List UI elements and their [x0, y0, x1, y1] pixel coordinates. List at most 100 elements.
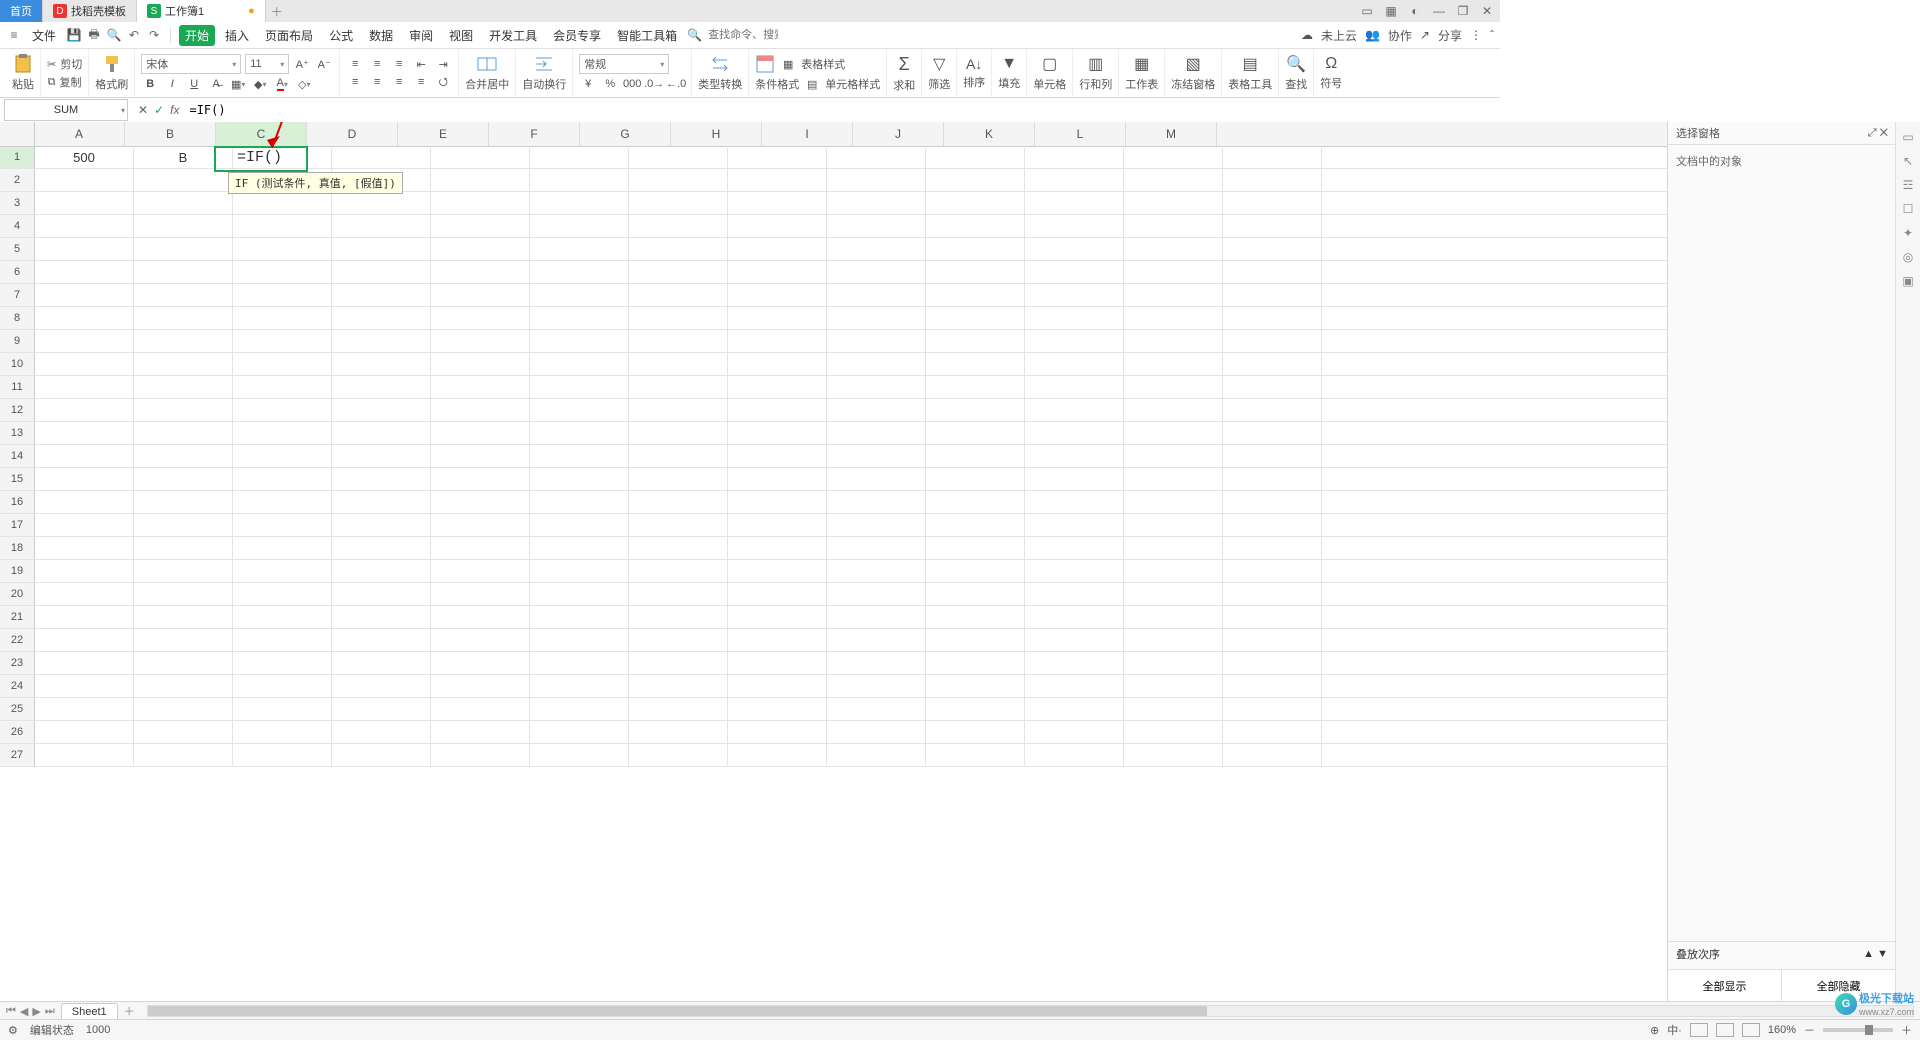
cell[interactable]	[728, 514, 827, 536]
cell[interactable]	[530, 468, 629, 490]
cell[interactable]	[35, 238, 134, 260]
align-right-icon[interactable]: ≡	[390, 74, 408, 90]
cell[interactable]	[1124, 629, 1223, 651]
sort-label[interactable]: 排序	[963, 74, 985, 90]
cell[interactable]	[431, 537, 530, 559]
cell[interactable]	[431, 468, 530, 490]
cell[interactable]	[332, 468, 431, 490]
cell[interactable]	[629, 169, 728, 191]
cell[interactable]	[1025, 652, 1124, 674]
cell[interactable]	[431, 675, 530, 697]
cell[interactable]	[629, 330, 728, 352]
cell[interactable]	[233, 744, 332, 766]
cstyle-label[interactable]: 单元格样式	[825, 76, 880, 92]
cell[interactable]	[827, 284, 926, 306]
cell[interactable]	[233, 491, 332, 513]
side-style-icon[interactable]: ☲	[1903, 178, 1914, 192]
align-center-icon[interactable]: ≡	[368, 74, 386, 90]
bring-forward-icon[interactable]: ▲	[1863, 948, 1874, 960]
cell[interactable]	[332, 675, 431, 697]
cell[interactable]	[530, 422, 629, 444]
cell[interactable]	[827, 261, 926, 283]
cell[interactable]	[1025, 744, 1124, 766]
cell[interactable]: 500	[35, 146, 134, 168]
view-break-icon[interactable]	[1742, 1023, 1760, 1037]
cell[interactable]	[926, 721, 1025, 743]
cell[interactable]	[1223, 353, 1322, 375]
cell[interactable]	[233, 606, 332, 628]
cell[interactable]	[1025, 606, 1124, 628]
cell[interactable]	[926, 468, 1025, 490]
cell[interactable]	[1223, 744, 1322, 766]
cell[interactable]	[431, 284, 530, 306]
cell[interactable]	[728, 330, 827, 352]
cell[interactable]	[35, 675, 134, 697]
accept-formula-icon[interactable]: ✓	[154, 103, 164, 117]
cell[interactable]	[134, 169, 233, 191]
cell[interactable]	[1124, 192, 1223, 214]
print-icon[interactable]: 🖶	[86, 27, 102, 43]
cell[interactable]	[827, 744, 926, 766]
cell[interactable]	[629, 307, 728, 329]
row-header[interactable]: 23	[0, 652, 35, 674]
cell[interactable]	[728, 606, 827, 628]
cell[interactable]	[1124, 445, 1223, 467]
cell[interactable]	[926, 583, 1025, 605]
cell[interactable]	[134, 744, 233, 766]
cell[interactable]	[35, 422, 134, 444]
cell[interactable]	[629, 514, 728, 536]
cell[interactable]	[332, 192, 431, 214]
cell[interactable]	[233, 468, 332, 490]
cell[interactable]	[431, 238, 530, 260]
cell[interactable]	[827, 537, 926, 559]
close-button[interactable]: ✕	[1478, 4, 1496, 18]
more-icon[interactable]: ⋮	[1470, 28, 1482, 42]
format-brush-icon[interactable]	[102, 54, 122, 74]
zoom-out-icon[interactable]: －	[1804, 1022, 1815, 1038]
cell[interactable]	[431, 353, 530, 375]
percent-icon[interactable]: %	[601, 76, 619, 92]
cell[interactable]	[1124, 422, 1223, 444]
currency-icon[interactable]: ¥	[579, 76, 597, 92]
cell[interactable]	[233, 261, 332, 283]
cell[interactable]	[332, 330, 431, 352]
cell[interactable]	[134, 652, 233, 674]
font-name-combo[interactable]: 宋体▾	[141, 54, 241, 74]
cell[interactable]	[1223, 261, 1322, 283]
cell[interactable]	[926, 514, 1025, 536]
filter-icon[interactable]: ▽	[933, 54, 945, 74]
cell[interactable]	[926, 399, 1025, 421]
share-icon[interactable]: ↗	[1420, 28, 1430, 42]
cell[interactable]	[926, 652, 1025, 674]
cell[interactable]	[431, 307, 530, 329]
cell[interactable]	[134, 675, 233, 697]
cell[interactable]	[827, 491, 926, 513]
wrap-label[interactable]: 自动换行	[522, 76, 566, 92]
cell-label[interactable]: 单元格	[1033, 76, 1066, 92]
cell[interactable]	[530, 330, 629, 352]
cell[interactable]	[1025, 468, 1124, 490]
cell[interactable]	[1124, 353, 1223, 375]
cell[interactable]	[1223, 560, 1322, 582]
cell[interactable]	[35, 744, 134, 766]
cell[interactable]	[233, 629, 332, 651]
cell[interactable]	[1025, 491, 1124, 513]
cell[interactable]	[431, 606, 530, 628]
cell[interactable]	[1223, 192, 1322, 214]
cell[interactable]	[431, 721, 530, 743]
cell[interactable]	[1223, 675, 1322, 697]
cell[interactable]	[827, 330, 926, 352]
col-header-J[interactable]: J	[853, 122, 944, 146]
lang-icon[interactable]: 中·	[1667, 1022, 1682, 1038]
cell[interactable]	[629, 284, 728, 306]
cell[interactable]	[1124, 606, 1223, 628]
table-style-icon[interactable]: ▦	[779, 56, 797, 72]
cell[interactable]	[332, 606, 431, 628]
row-header[interactable]: 8	[0, 307, 35, 329]
cell[interactable]	[332, 652, 431, 674]
cell[interactable]	[35, 491, 134, 513]
cell[interactable]	[926, 146, 1025, 168]
brush-label[interactable]: 格式刷	[95, 76, 128, 92]
row-header[interactable]: 25	[0, 698, 35, 720]
cell[interactable]	[431, 330, 530, 352]
